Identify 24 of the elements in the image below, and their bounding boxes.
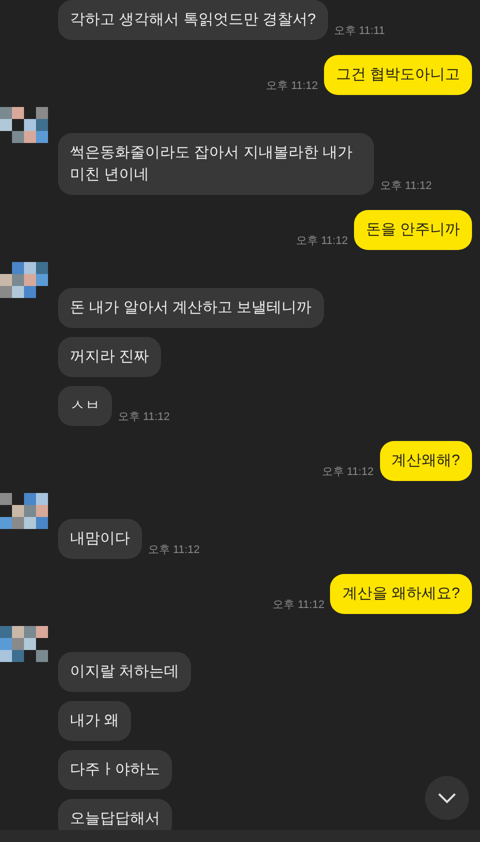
message-time: 오후 11:12 [118,410,170,424]
message-time: 오후 11:12 [380,178,432,194]
message-bubble: 내맘이다 [58,519,142,559]
message-bubble: 이지랄 처하는데 [58,652,192,692]
message-time: 오후 11:12 [272,598,324,612]
message-bubble: 꺼지라 진짜 [58,337,162,377]
message-bubble: ㅅㅂ [58,386,112,426]
message-time: 오후 11:12 [266,78,318,94]
message-time: 오후 11:12 [322,464,374,480]
message-bubble: 썩은동화줄이라도 잡아서 지내볼라한 내가 미친 년이네 [58,133,374,195]
message-bubble: 계산을 왜하세요? [330,574,472,614]
message-time: 오후 11:12 [296,234,348,248]
message-bubble: 그건 협박도아니고 [324,55,472,95]
chevron-down-icon [437,792,457,804]
message-bubble: 내가 왜 [58,701,132,741]
message-bubble: 다주ㅏ야하노 [58,750,172,790]
message-bubble: 오늘답답해서 [58,799,172,830]
message-bubble: 돈 내가 알아서 계산하고 보낼테니까 [58,288,324,328]
scroll-down-button[interactable] [425,776,469,820]
message-bubble: 돈을 안주니까 [354,210,472,250]
message-bubble: 계산왜해? [380,441,472,481]
message-bubble: 각하고 생각해서 톡읽엇드만 경찰서? [58,0,328,40]
message-time: 오후 11:12 [148,542,200,558]
message-time: 오후 11:11 [334,24,385,38]
